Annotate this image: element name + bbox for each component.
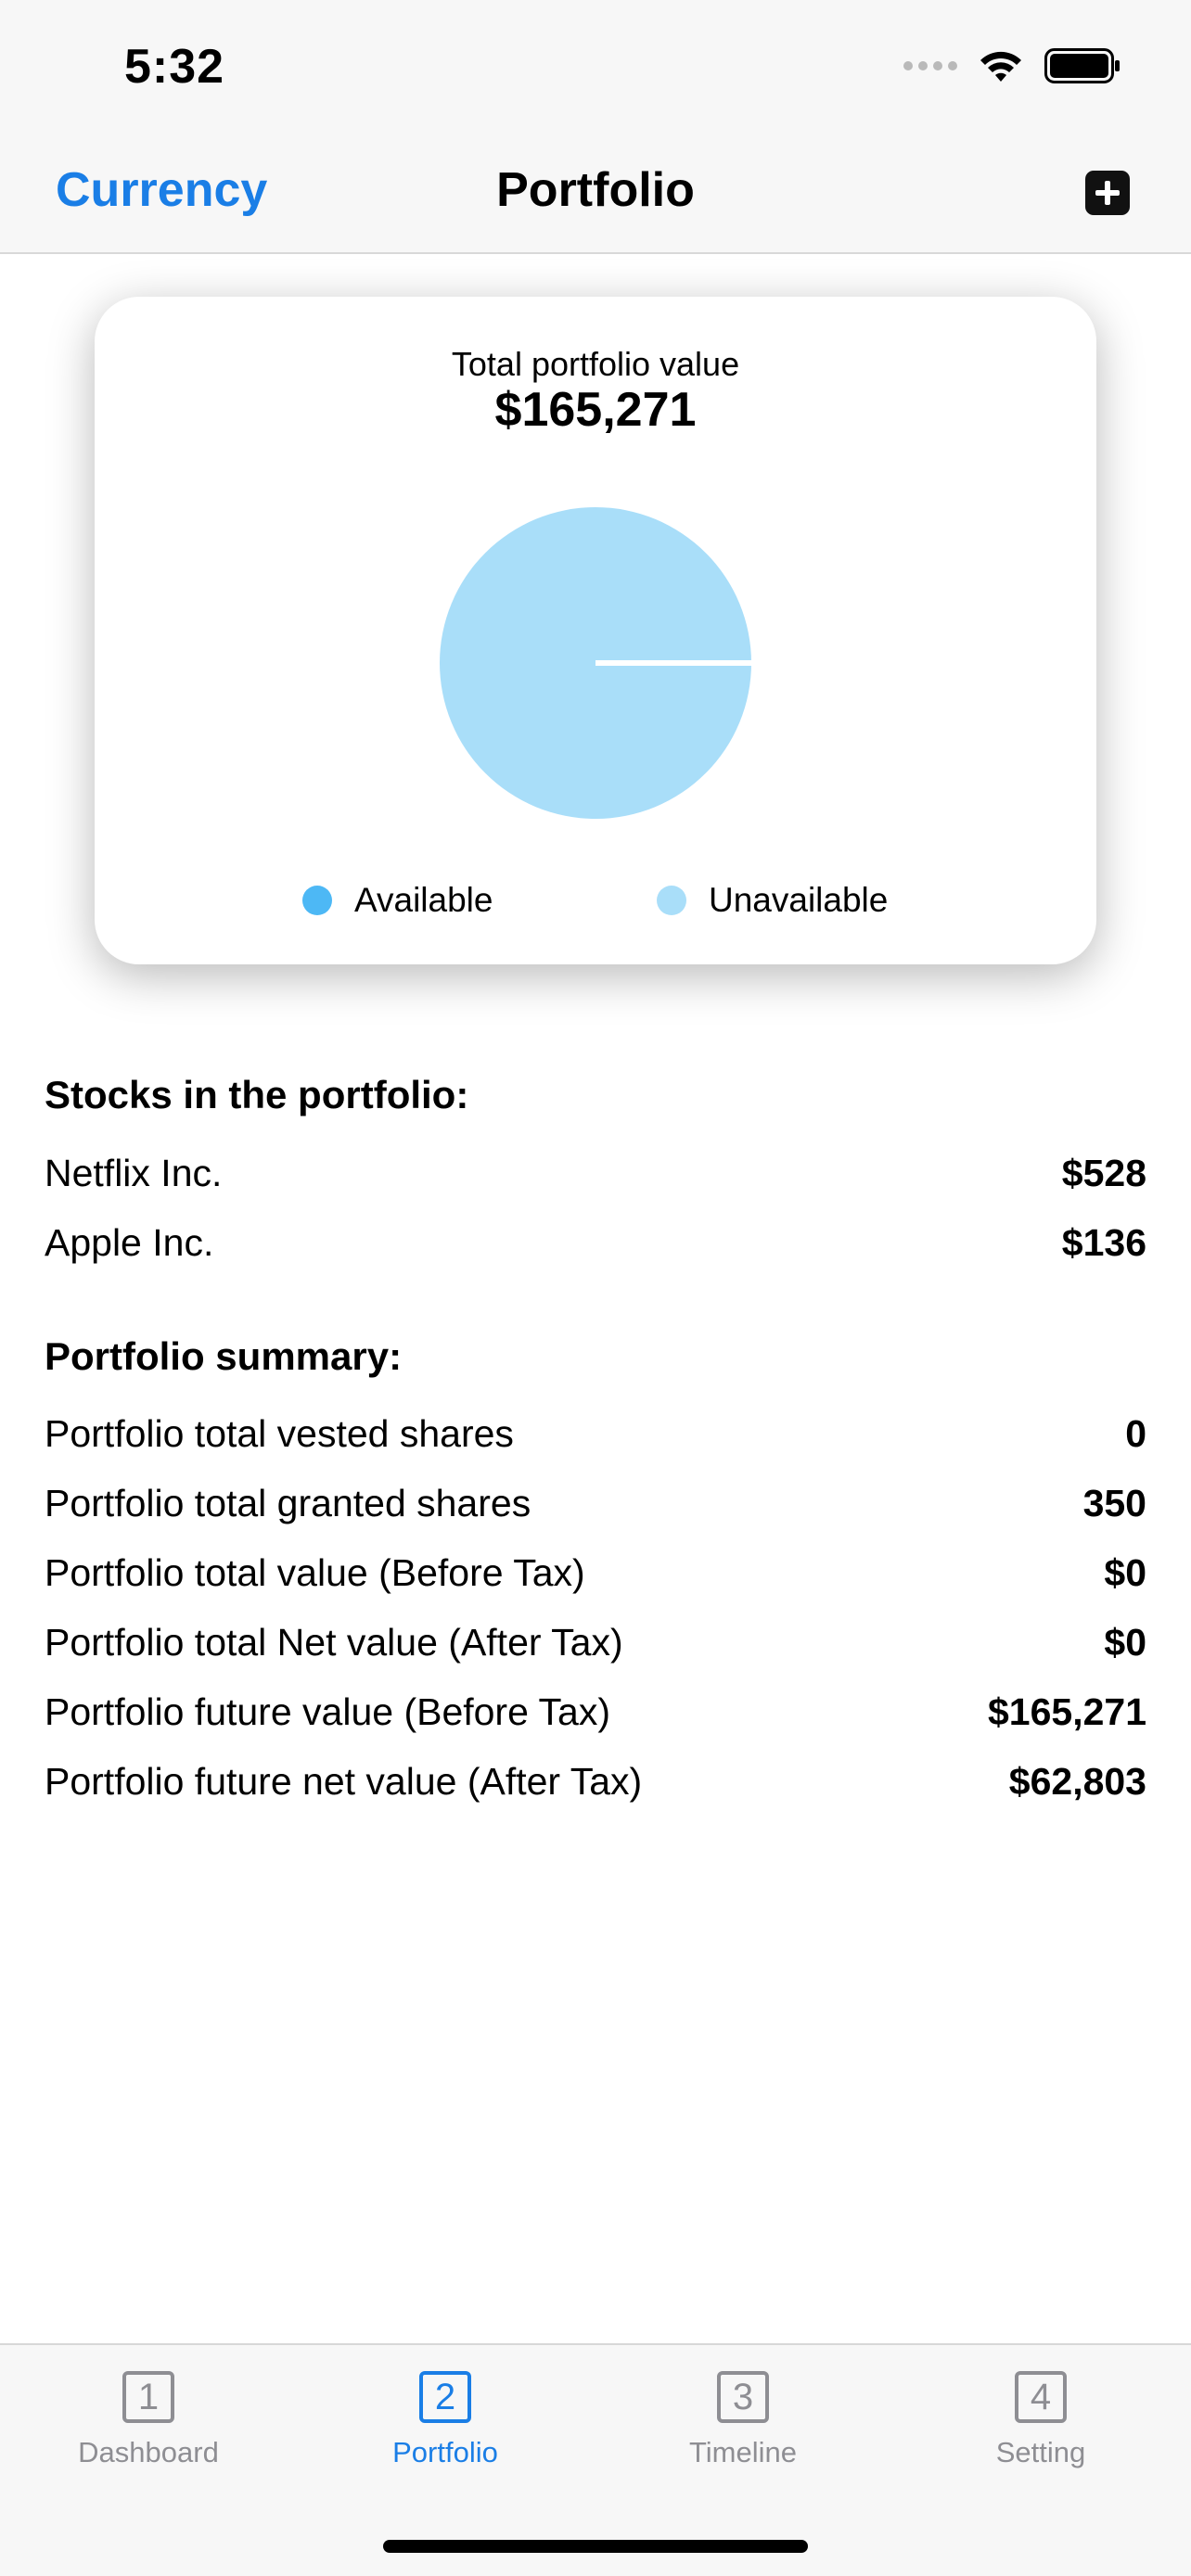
summary-value: $62,803 — [1008, 1760, 1146, 1803]
portfolio-value-card: Total portfolio value $165,271 Available… — [95, 297, 1096, 964]
summary-section-title: Portfolio summary: — [45, 1334, 403, 1378]
tab-dashboard[interactable]: 1 Dashboard — [37, 2371, 260, 2510]
tab-label: Portfolio — [392, 2436, 498, 2468]
summary-label: Portfolio total value (Before Tax) — [45, 1551, 585, 1594]
number-1-square-icon: 1 — [122, 2371, 174, 2423]
number-2-square-icon: 2 — [419, 2371, 471, 2423]
tab-label: Timeline — [689, 2436, 797, 2468]
battery-icon — [1044, 48, 1120, 83]
legend-label: Unavailable — [709, 881, 889, 919]
tab-portfolio[interactable]: 2 Portfolio — [334, 2371, 557, 2510]
stock-row: Apple Inc. $136 — [45, 1221, 1146, 1277]
stock-row: Netflix Inc. $528 — [45, 1152, 1146, 1207]
summary-value: $0 — [1104, 1551, 1146, 1594]
tab-setting[interactable]: 4 Setting — [929, 2371, 1152, 2510]
status-bar: 5:32 — [0, 0, 1191, 139]
summary-row: Portfolio total Net value (After Tax) $0 — [45, 1621, 1146, 1677]
navigation-bar: Currency Portfolio — [0, 139, 1191, 254]
legend-label: Available — [354, 881, 493, 919]
summary-row: Portfolio future value (Before Tax) $165… — [45, 1690, 1146, 1746]
card-value: $165,271 — [494, 383, 697, 437]
summary-row: Portfolio total granted shares 350 — [45, 1482, 1146, 1537]
summary-row: Portfolio total value (Before Tax) $0 — [45, 1551, 1146, 1607]
summary-value: 350 — [1082, 1482, 1146, 1524]
legend-item-available: Available — [302, 881, 493, 920]
stock-price: $136 — [1061, 1221, 1146, 1264]
summary-label: Portfolio total vested shares — [45, 1412, 514, 1455]
wifi-icon — [980, 51, 1021, 82]
summary-label: Portfolio future value (Before Tax) — [45, 1690, 610, 1733]
number-4-square-icon: 4 — [1015, 2371, 1067, 2423]
plus-square-icon[interactable] — [1085, 171, 1130, 215]
summary-label: Portfolio total granted shares — [45, 1482, 531, 1524]
summary-label: Portfolio total Net value (After Tax) — [45, 1621, 623, 1664]
card-label: Total portfolio value — [451, 345, 740, 383]
tab-timeline[interactable]: 3 Timeline — [632, 2371, 854, 2510]
cellular-signal-icon — [903, 61, 957, 70]
home-indicator — [383, 2540, 808, 2553]
number-3-square-icon: 3 — [717, 2371, 769, 2423]
legend-dot-available — [302, 886, 332, 915]
summary-row: Portfolio future net value (After Tax) $… — [45, 1760, 1146, 1816]
summary-row: Portfolio total vested shares 0 — [45, 1412, 1146, 1468]
stock-price: $528 — [1061, 1152, 1146, 1194]
stock-name: Apple Inc. — [45, 1221, 214, 1264]
summary-value: 0 — [1125, 1412, 1146, 1455]
status-icons — [903, 48, 1121, 83]
portfolio-pie-chart — [440, 507, 751, 819]
tab-label: Dashboard — [78, 2436, 219, 2468]
chart-legend: Available Unavailable — [95, 881, 1096, 927]
summary-value: $0 — [1104, 1621, 1146, 1664]
stocks-section-title: Stocks in the portfolio: — [45, 1073, 469, 1116]
summary-value: $165,271 — [987, 1690, 1146, 1733]
tab-label: Setting — [995, 2436, 1086, 2468]
status-time: 5:32 — [124, 40, 225, 94]
currency-button[interactable]: Currency — [56, 162, 267, 218]
legend-item-unavailable: Unavailable — [657, 881, 888, 920]
legend-dot-unavailable — [657, 886, 686, 915]
summary-label: Portfolio future net value (After Tax) — [45, 1760, 643, 1803]
stock-name: Netflix Inc. — [45, 1152, 223, 1194]
